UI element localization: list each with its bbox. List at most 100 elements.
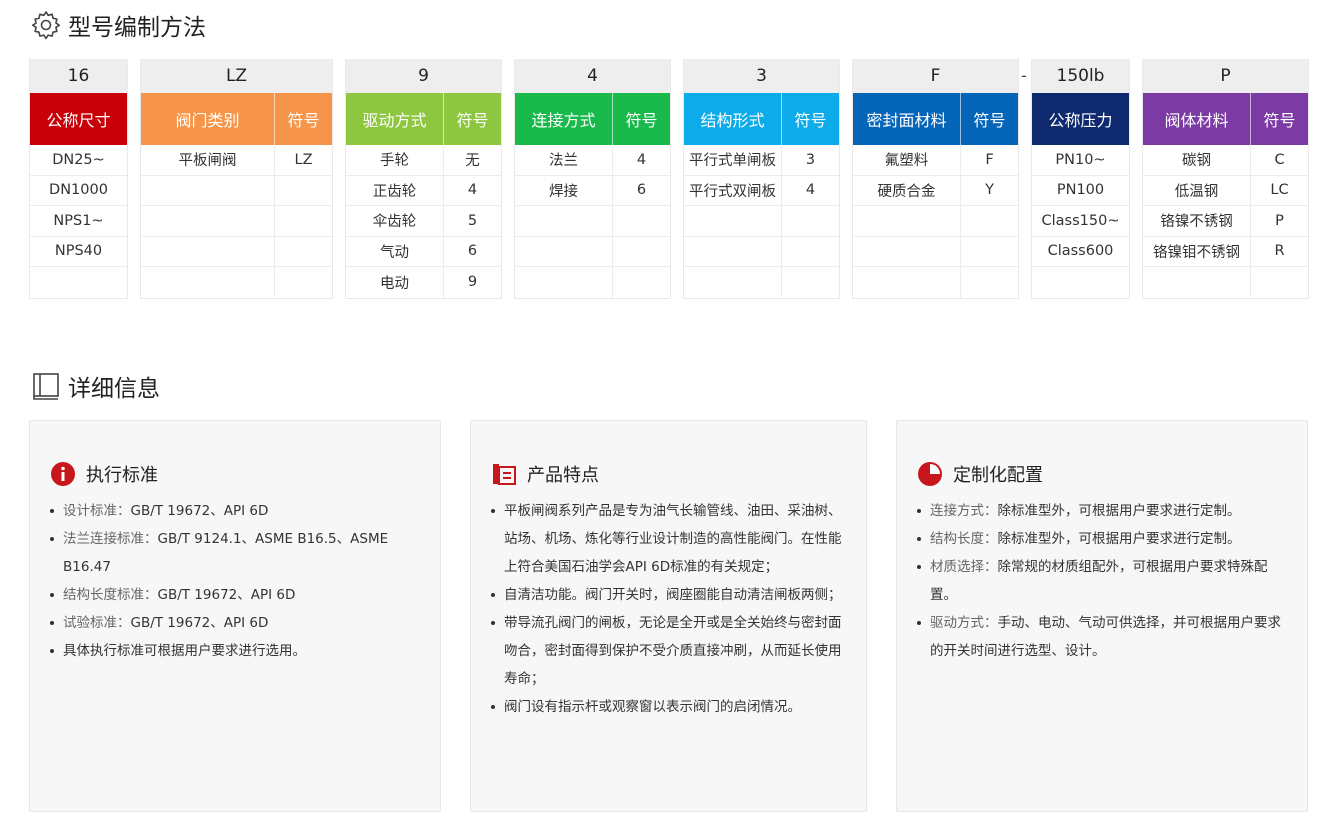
- column-header: 连接方式 符号: [515, 93, 670, 145]
- column-header-label: 连接方式: [531, 111, 596, 130]
- option-label: 平行式双闸板: [689, 183, 776, 200]
- table-row: 平行式双闸板 4: [684, 175, 839, 206]
- symbol-header-label: 符号: [1250, 93, 1308, 145]
- model-section-title: 型号编制方法: [30, 8, 206, 42]
- option-label: Class150~: [1041, 212, 1120, 229]
- document-icon: [491, 461, 517, 487]
- option-label: 铬镍钼不锈钢: [1153, 244, 1240, 261]
- list-item: 试验标准：GB/T 19672、API 6D: [50, 609, 420, 637]
- code-value: F: [853, 59, 1018, 93]
- option-label: [853, 267, 960, 298]
- table-row: Class150~: [1032, 206, 1129, 237]
- table-row: 气动 6: [346, 236, 501, 267]
- card-customization: 定制化配置 连接方式：除标准型外，可根据用户要求进行定制。 结构长度：除标准型外，…: [896, 420, 1308, 812]
- item-text: GB/T 19672、API 6D: [130, 615, 269, 631]
- option-symbol: [612, 236, 670, 266]
- table-row: NPS40: [30, 237, 127, 267]
- card-title-features: 产品特点: [491, 461, 599, 487]
- table-row: DN25~: [30, 145, 127, 176]
- option-label: PN10~: [1055, 151, 1106, 168]
- code-separator: -: [1021, 66, 1027, 85]
- table-row: 碳钢 C: [1143, 145, 1308, 176]
- card-features: 产品特点 平板闸阀系列产品是专为油气长输管线、油田、采油树、站场、机场、炼化等行…: [470, 420, 867, 812]
- table-row: Class600: [1032, 237, 1129, 267]
- list-item: 结构长度：除标准型外，可根据用户要求进行定制。: [917, 525, 1287, 553]
- option-label: DN25~: [52, 151, 105, 168]
- table-row: [515, 267, 670, 298]
- option-symbol: 无: [443, 145, 501, 175]
- option-symbol: [274, 236, 332, 266]
- table-row: PN10~: [1032, 145, 1129, 176]
- option-symbol: [781, 206, 839, 236]
- column-header-label: 阀体材料: [1164, 111, 1229, 130]
- option-symbol: R: [1250, 236, 1308, 266]
- table-row: [141, 236, 332, 267]
- code-column: P 阀体材料 符号 碳钢 C 低温钢 LC 铬镍不锈钢 P 铬镍钼不锈钢 R: [1142, 59, 1309, 299]
- card-title-customization: 定制化配置: [917, 461, 1043, 487]
- table-row: [853, 206, 1018, 237]
- table-row: [684, 206, 839, 237]
- item-key: 试验标准：: [63, 615, 131, 631]
- item-key: 结构长度标准：: [63, 587, 158, 603]
- list-item: 带导流孔阀门的闸板，无论是全开或是全关始终与密封面吻合，密封面得到保护不受介质直…: [491, 609, 846, 693]
- list-item: 阀门设有指示杆或观察窗以表示阀门的启闭情况。: [491, 693, 846, 721]
- table-row: 伞齿轮 5: [346, 206, 501, 237]
- option-symbol: 3: [781, 145, 839, 175]
- list-item: 平板闸阀系列产品是专为油气长输管线、油田、采油树、站场、机场、炼化等行业设计制造…: [491, 497, 846, 581]
- column-header-label: 结构形式: [700, 111, 765, 130]
- card-list: 平板闸阀系列产品是专为油气长输管线、油田、采油树、站场、机场、炼化等行业设计制造…: [491, 497, 846, 721]
- option-symbol: [960, 236, 1018, 266]
- table-row: [853, 267, 1018, 298]
- option-symbol: [274, 175, 332, 205]
- option-label: [515, 206, 612, 236]
- code-value: 16: [30, 59, 127, 93]
- table-row: [30, 267, 127, 298]
- card-list: 设计标准：GB/T 19672、API 6D 法兰连接标准：GB/T 9124.1…: [50, 497, 420, 665]
- table-row: 平行式单闸板 3: [684, 145, 839, 176]
- option-label: [515, 237, 612, 267]
- table-row: 平板闸阀 LZ: [141, 145, 332, 176]
- option-symbol: LZ: [274, 145, 332, 175]
- table-row: [853, 236, 1018, 267]
- option-label: [853, 237, 960, 267]
- table-row: 氟塑料 F: [853, 145, 1018, 176]
- option-label: [141, 267, 274, 298]
- option-label: 正齿轮: [372, 183, 417, 200]
- table-row: 铬镍钼不锈钢 R: [1143, 236, 1308, 267]
- option-symbol: LC: [1250, 175, 1308, 205]
- card-title-text: 产品特点: [527, 465, 599, 486]
- option-symbol: [274, 267, 332, 298]
- option-label: [30, 267, 127, 298]
- code-column: LZ 阀门类别 符号 平板闸阀 LZ: [140, 59, 333, 299]
- list-item: 驱动方式：手动、电动、气动可供选择，并可根据用户要求的开关时间进行选型、设计。: [917, 609, 1287, 665]
- card-title-text: 执行标准: [86, 465, 158, 486]
- table-row: [141, 206, 332, 237]
- list-item: 设计标准：GB/T 19672、API 6D: [50, 497, 420, 525]
- option-label: [684, 237, 781, 267]
- table-row: 低温钢 LC: [1143, 175, 1308, 206]
- list-item: 结构长度标准：GB/T 19672、API 6D: [50, 581, 420, 609]
- symbol-header-label: 符号: [612, 93, 670, 145]
- item-text: 除标准型外，可根据用户要求进行定制。: [997, 531, 1241, 547]
- option-label: 平行式单闸板: [689, 153, 776, 170]
- item-text: 带导流孔阀门的闸板，无论是全开或是全关始终与密封面吻合，密封面得到保护不受介质直…: [504, 615, 842, 687]
- column-header-label: 驱动方式: [362, 111, 427, 130]
- code-value: 4: [515, 59, 670, 93]
- list-item: 材质选择：除常规的材质组配外，可根据用户要求特殊配置。: [917, 553, 1287, 609]
- column-header: 公称尺寸: [30, 93, 127, 145]
- code-value: 9: [346, 59, 501, 93]
- item-text: GB/T 19672、API 6D: [157, 587, 296, 603]
- item-key: 材质选择：: [930, 559, 998, 575]
- option-label: 平板闸阀: [178, 153, 237, 170]
- option-label: 气动: [380, 244, 409, 261]
- option-symbol: F: [960, 145, 1018, 175]
- item-text: 自清洁功能。阀门开关时，阀座圈能自动清洁闸板两侧；: [504, 587, 842, 603]
- item-key: 驱动方式：: [930, 615, 998, 631]
- option-label: [1143, 267, 1250, 298]
- code-column: 150lb 公称压力 PN10~ PN100 Class150~ Class600: [1031, 59, 1130, 299]
- option-label: 碳钢: [1182, 153, 1211, 170]
- table-row: [684, 236, 839, 267]
- option-label: Class600: [1047, 243, 1114, 260]
- option-label: NPS40: [54, 243, 103, 260]
- column-header: 阀门类别 符号: [141, 93, 332, 145]
